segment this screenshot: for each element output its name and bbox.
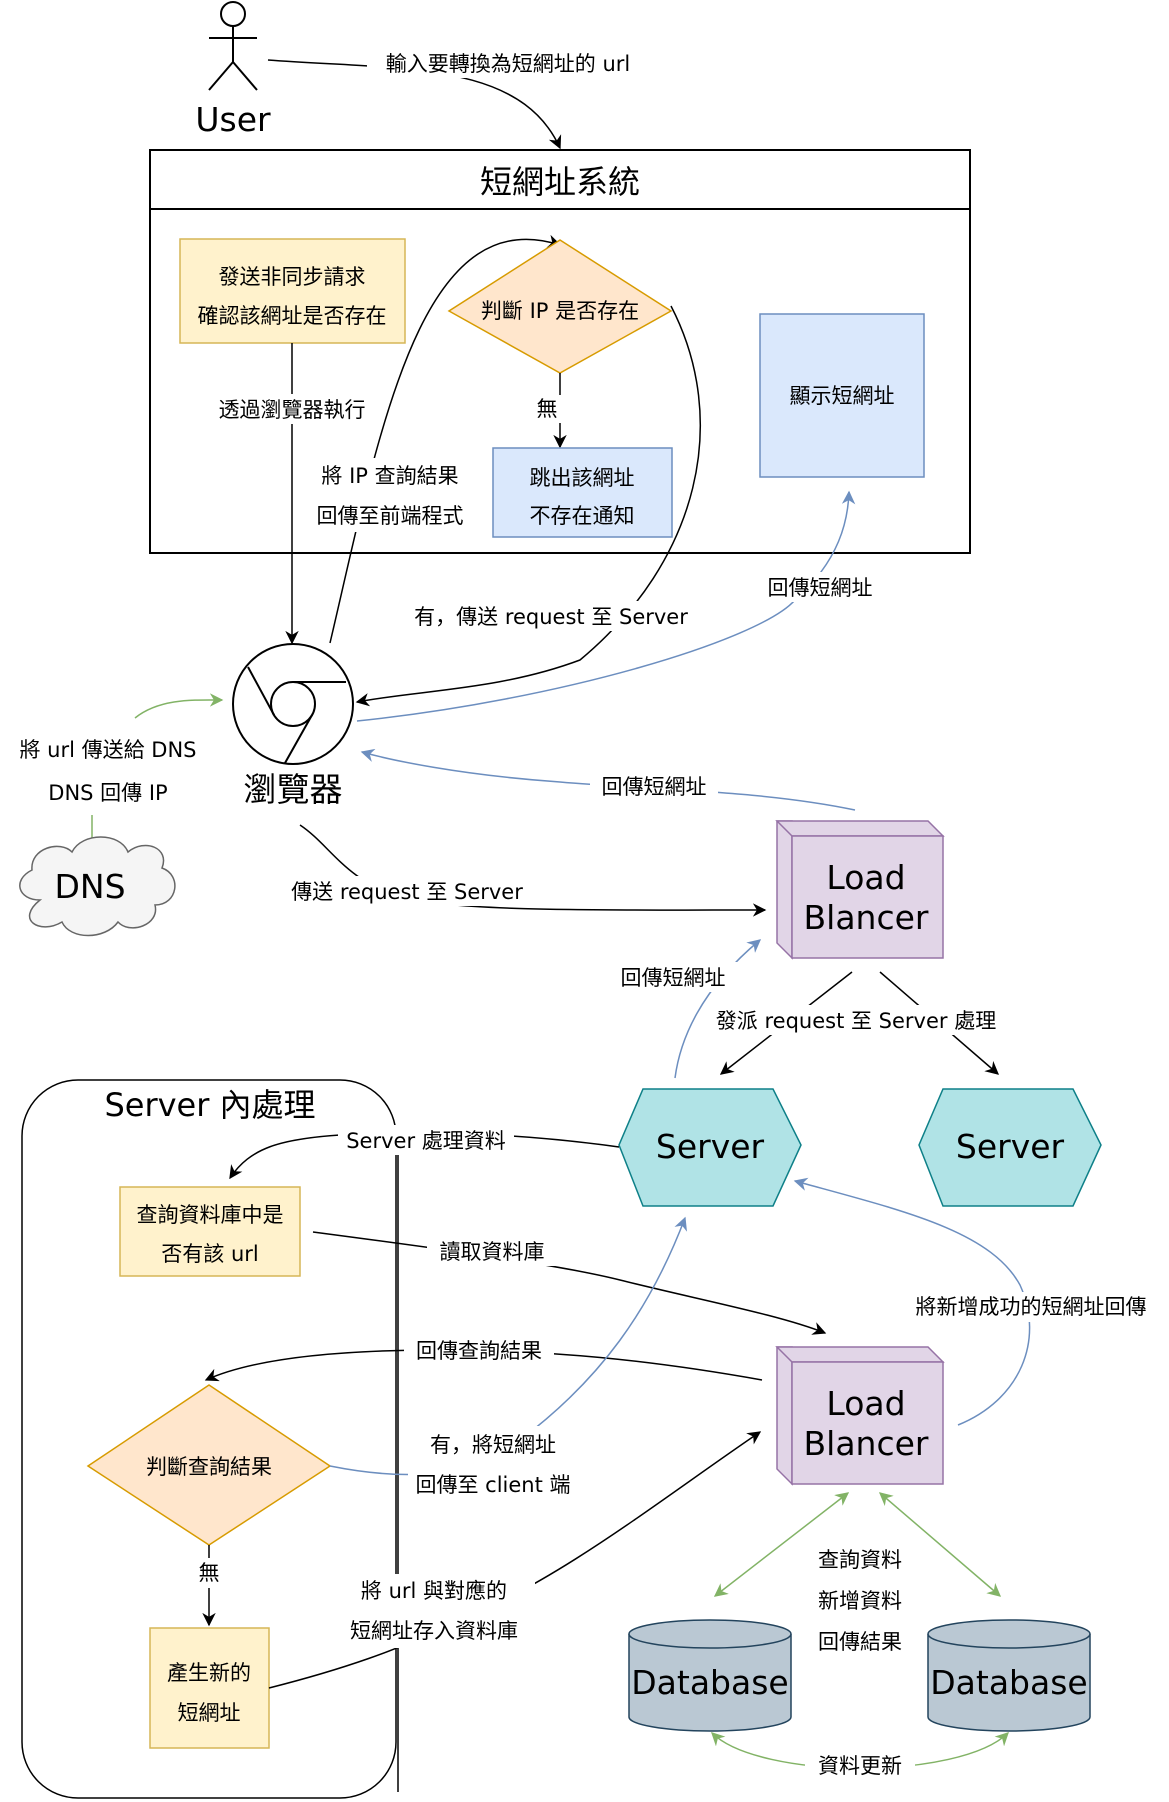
architecture-diagram: User 輸入要轉換為短網址的 url 短網址系統 發送非同步請求 確認該網址是… (19, 1, 1169, 1799)
not-exist-line2: 不存在通知 (530, 504, 635, 528)
db-ops-line3: 回傳結果 (818, 1630, 902, 1654)
return-short-url-label-1: 回傳短網址 (768, 576, 873, 600)
return-query-result-label: 回傳查詢結果 (416, 1339, 542, 1363)
return-short-url-label-2: 回傳短網址 (602, 775, 707, 799)
browser-send-request-label: 傳送 request 至 Server (291, 880, 523, 904)
decision-query-label: 判斷查詢結果 (146, 1455, 272, 1479)
data-update-label: 資料更新 (818, 1754, 902, 1778)
lb2-label-line1: Load (826, 1384, 905, 1423)
lb1-label-line2: Blancer (804, 898, 929, 937)
send-to-dns-label: 將 url 傳送給 DNS (19, 738, 196, 762)
browser-label: 瀏覽器 (244, 770, 343, 809)
system-title: 短網址系統 (480, 163, 640, 201)
db-ops-line1: 查詢資料 (818, 1548, 902, 1572)
decision-ip-label: 判斷 IP 是否存在 (481, 299, 639, 323)
browser-dns-arrow-in (134, 693, 224, 719)
yes-send-request-label: 有，傳送 request 至 Server (414, 605, 688, 629)
return-new-short-url-label: 將新增成功的短網址回傳 (916, 1295, 1147, 1319)
show-short-url-label: 顯示短網址 (790, 384, 895, 408)
ip-result-line2: 回傳至前端程式 (317, 504, 464, 528)
return-short-url-label-3: 回傳短網址 (621, 966, 726, 990)
store-to-db-line2: 短網址存入資料庫 (350, 1619, 518, 1643)
ip-result-line1: 將 IP 查詢結果 (321, 464, 458, 488)
dns-returns-ip-label: DNS 回傳 IP (48, 781, 167, 805)
dispatch-request-label: 發派 request 至 Server 處理 (716, 1009, 996, 1033)
db-ops-line2: 新增資料 (818, 1589, 902, 1613)
query-db-line1: 查詢資料庫中是 (137, 1203, 284, 1227)
database-2-label: Database (930, 1663, 1087, 1702)
user-to-system-label: 輸入要轉換為短網址的 url (386, 52, 630, 76)
server-process-data-label: Server 處理資料 (346, 1129, 506, 1153)
generate-new-line1: 產生新的 (167, 1661, 251, 1685)
async-request-line1: 發送非同步請求 (219, 265, 366, 289)
query-db-line2: 否有該 url (161, 1242, 258, 1266)
generate-new-box (149, 1627, 270, 1749)
server-internal-title: Server 內處理 (104, 1086, 315, 1124)
dns-label: DNS (54, 867, 125, 906)
lb1-label-line1: Load (826, 858, 905, 897)
yes-return-line2: 回傳至 client 端 (415, 1473, 570, 1497)
decision-query-no-label: 無 (199, 1561, 220, 1585)
yes-return-line1: 有，將短網址 (430, 1433, 556, 1457)
lb-db1-arrow (713, 1492, 850, 1597)
lb-db2-arrow (878, 1492, 1002, 1597)
lb2-label-line2: Blancer (804, 1424, 929, 1463)
read-db-label: 讀取資料庫 (440, 1240, 545, 1264)
server-2-label: Server (956, 1127, 1065, 1166)
read-db-arrow (312, 1231, 827, 1335)
async-request-line2: 確認該網址是否存在 (198, 304, 387, 328)
server-1-label: Server (656, 1127, 765, 1166)
database-1-label: Database (631, 1663, 788, 1702)
via-browser-label: 透過瀏覽器執行 (219, 398, 366, 422)
not-exist-line1: 跳出該網址 (530, 466, 635, 490)
generate-new-line2: 短網址 (178, 1701, 241, 1725)
user-label: User (195, 100, 271, 139)
browser-chrome-icon (232, 643, 354, 765)
decision-no-label: 無 (537, 397, 558, 421)
user-actor-icon (208, 1, 258, 91)
store-to-db-line1: 將 url 與對應的 (361, 1579, 507, 1603)
